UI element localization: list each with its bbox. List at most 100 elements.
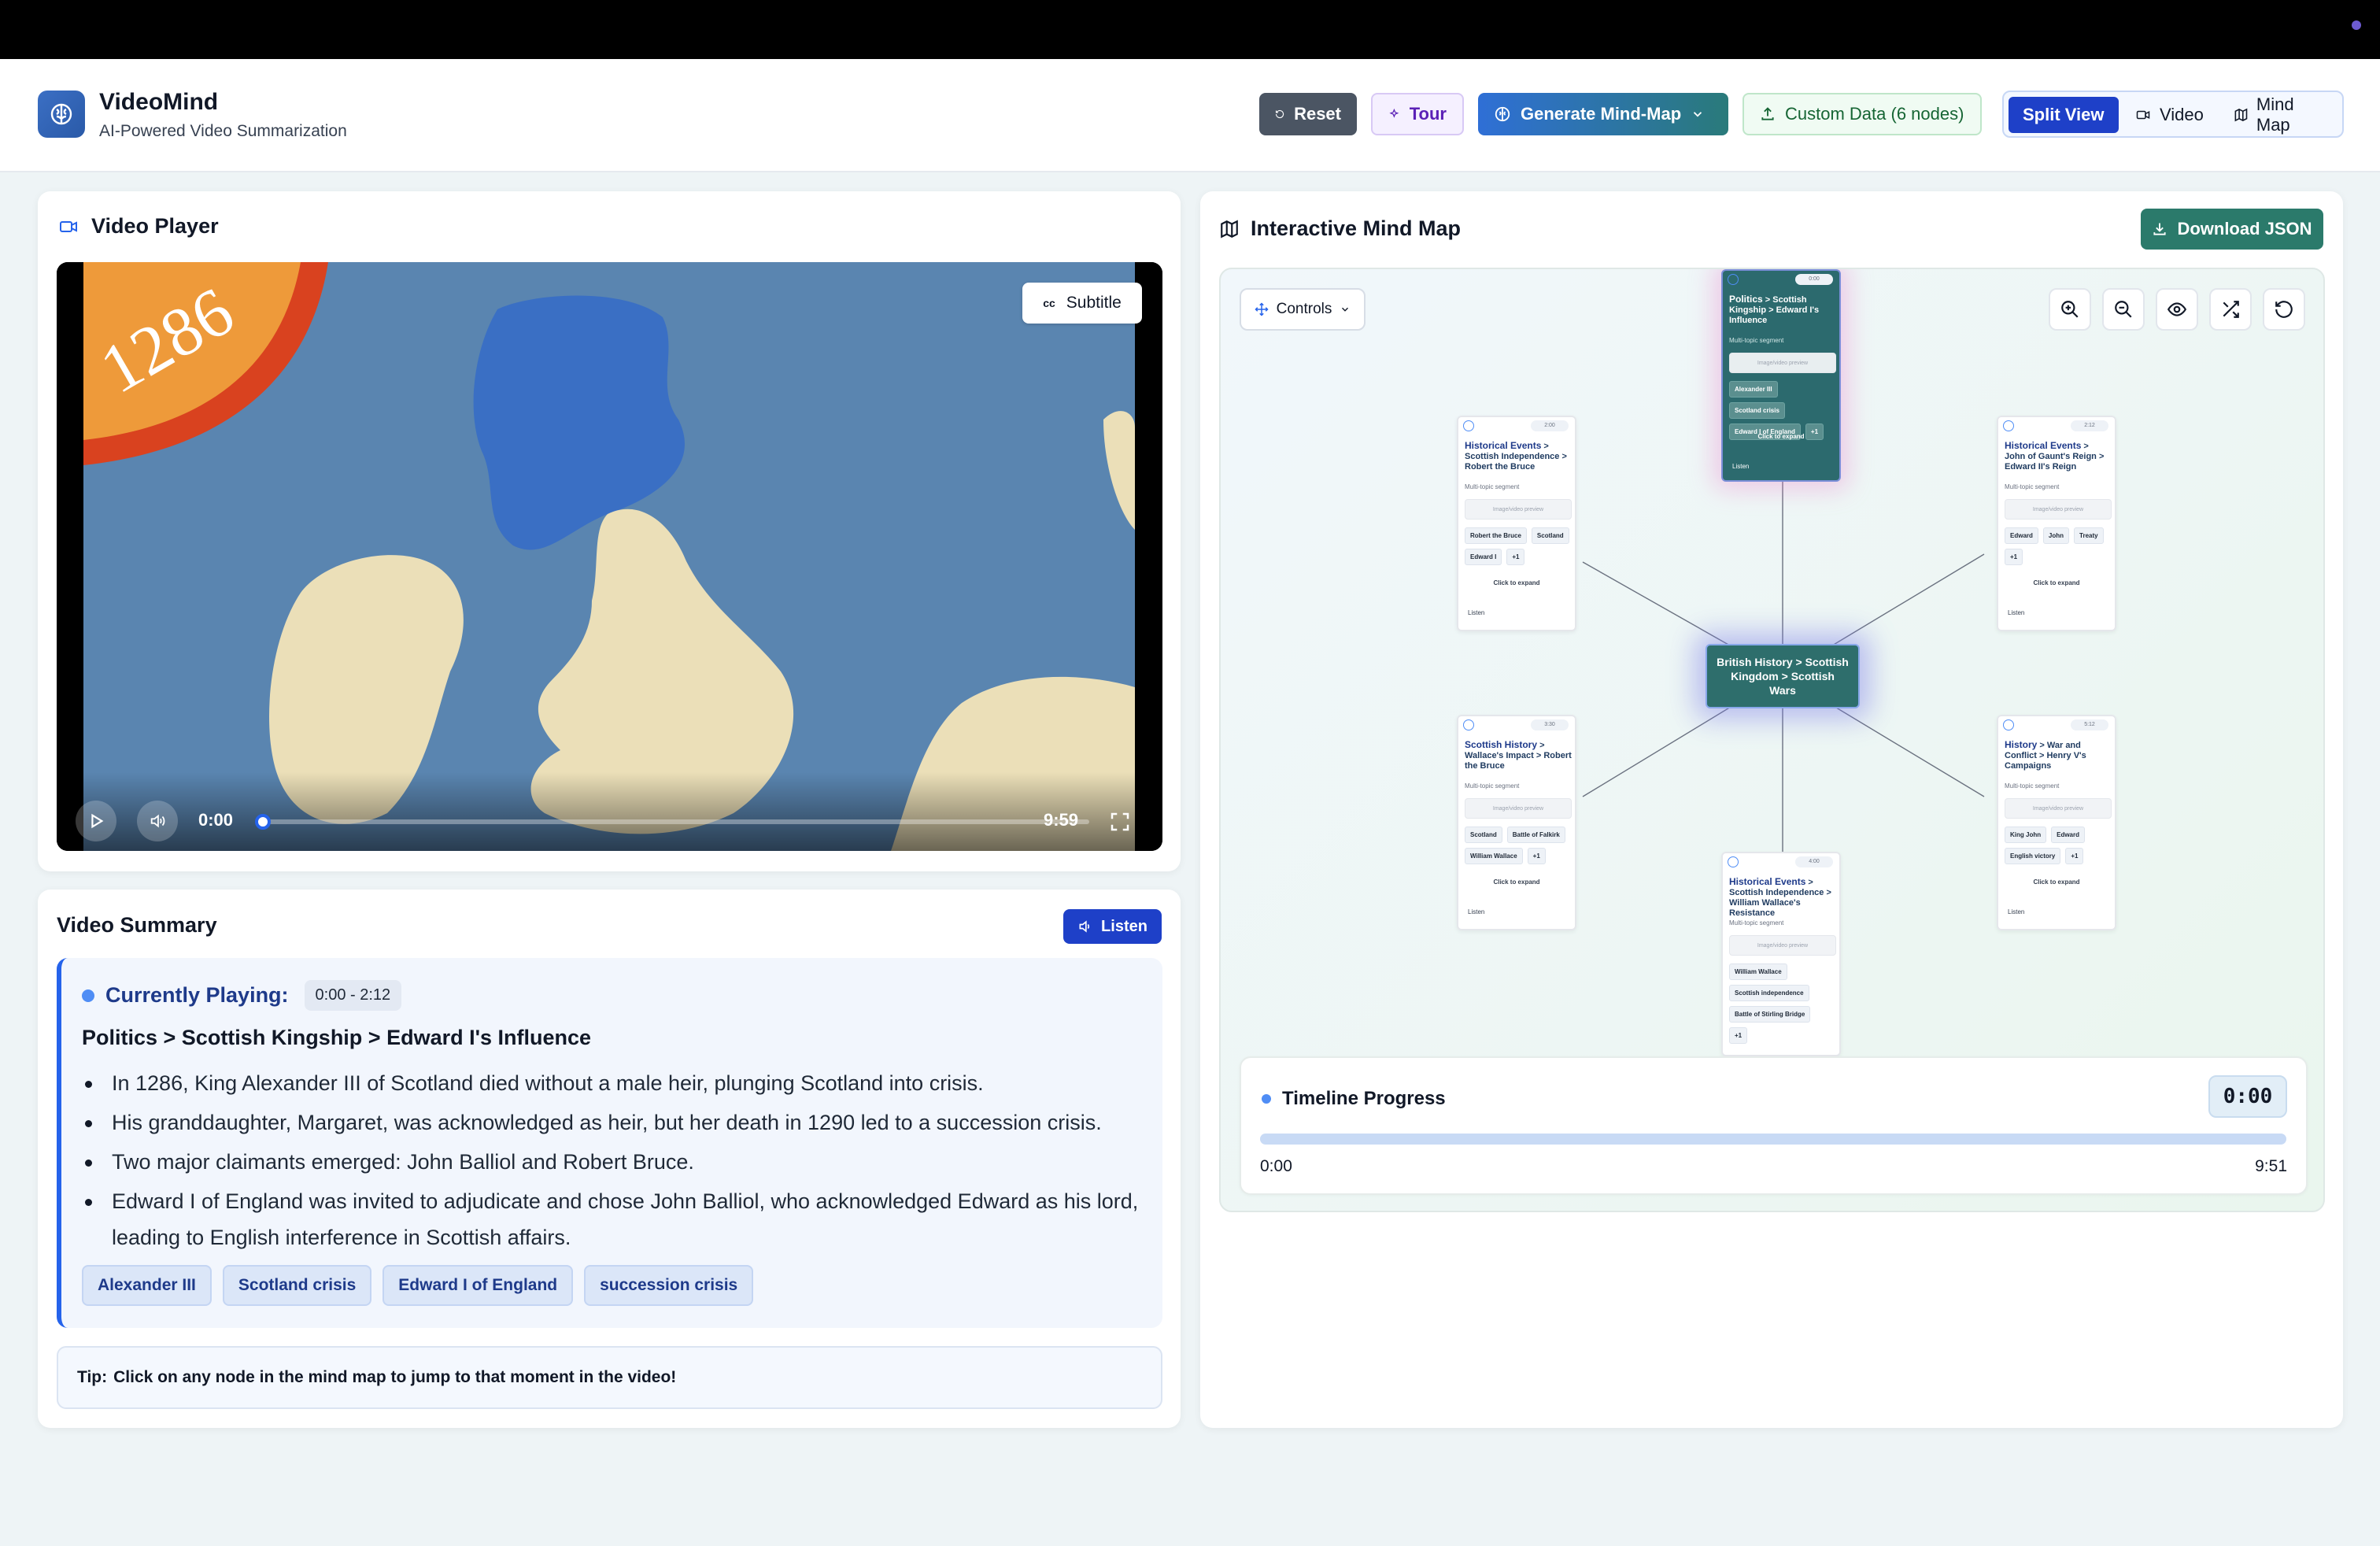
- mindmap-node-active[interactable]: 0:00 Politics > Scottish Kingship > Edwa…: [1721, 269, 1841, 482]
- keyword-tag[interactable]: Edward I of England: [382, 1265, 574, 1306]
- node-expand[interactable]: Click to expand: [1998, 878, 2115, 886]
- keyword-tag[interactable]: Alexander III: [82, 1265, 212, 1306]
- mindmap-node[interactable]: 2:00 Historical Events > Scottish Indepe…: [1457, 416, 1576, 631]
- mindmap-tab-label: Mind Map: [2256, 94, 2294, 135]
- node-chip: King John: [2005, 827, 2047, 843]
- summary-bullets: In 1286, King Alexander III of Scotland …: [82, 1065, 1152, 1259]
- video-tab-label: Video: [2160, 105, 2204, 124]
- mindmap-node[interactable]: 3:30 Scottish History > Wallace's Impact…: [1457, 715, 1576, 930]
- tour-button[interactable]: Tour: [1371, 93, 1464, 135]
- rotate-icon: [2275, 301, 2293, 318]
- node-time: 0:00: [1795, 274, 1833, 285]
- volume-button[interactable]: [137, 801, 178, 841]
- mindmap-center-node[interactable]: British History > Scottish Kingdom > Sco…: [1706, 644, 1860, 708]
- reset-layout-button[interactable]: [2263, 288, 2305, 331]
- node-heading: Historical Events: [1729, 876, 1806, 887]
- node-path: John of Gaunt's Reign > Edward II's Reig…: [2005, 452, 2105, 472]
- node-heading: Historical Events: [2005, 440, 2082, 451]
- generate-mindmap-button[interactable]: Generate Mind-Map: [1478, 93, 1728, 135]
- mindmap-node[interactable]: 4:00 Historical Events > Scottish Indepe…: [1721, 852, 1841, 1056]
- shuffle-icon: [2223, 301, 2239, 318]
- toggle-visibility-button[interactable]: [2156, 288, 2198, 331]
- mindmap-node[interactable]: 5:12 History > War and Conflict > Henry …: [1997, 715, 2116, 930]
- node-subtitle: Multi-topic segment: [1729, 337, 1784, 344]
- mind-map-canvas[interactable]: Controls 0:00 Politics > Scottish Kingsh…: [1219, 268, 2325, 1212]
- video-icon: [2136, 110, 2150, 120]
- zoom-in-button[interactable]: [2049, 288, 2091, 331]
- timeline-bar[interactable]: [1260, 1134, 2286, 1145]
- timeline-dot: [1262, 1094, 1271, 1104]
- seek-thumb[interactable]: [255, 814, 271, 830]
- timeline-progress-panel: Timeline Progress 0:00 0:00 9:51: [1240, 1056, 2308, 1195]
- node-subtitle: Multi-topic segment: [1465, 782, 1520, 790]
- speaker-icon: [1079, 920, 1090, 933]
- zoom-out-icon: [2115, 301, 2132, 318]
- seek-bar[interactable]: [261, 819, 1089, 824]
- node-listen[interactable]: Listen: [2008, 609, 2024, 616]
- node-listen[interactable]: Listen: [1732, 463, 1749, 470]
- node-image-placeholder: Image/video preview: [1729, 935, 1836, 956]
- node-icon: [1463, 420, 1474, 431]
- node-chip: +1: [2065, 848, 2084, 864]
- tab-video[interactable]: Video: [2120, 97, 2218, 133]
- mind-map-heading: Interactive Mind Map: [1219, 216, 1461, 241]
- node-expand[interactable]: Click to expand: [1723, 433, 1839, 440]
- status-dot: [2352, 20, 2361, 30]
- split-view-label: Split View: [2023, 105, 2105, 124]
- custom-data-label: Custom Data (6 nodes): [1785, 104, 1964, 124]
- view-toggle: Split View Video Mind Map: [2002, 91, 2344, 138]
- node-listen[interactable]: Listen: [1468, 609, 1484, 616]
- shuffle-layout-button[interactable]: [2209, 288, 2252, 331]
- reset-button[interactable]: Reset: [1259, 93, 1357, 135]
- currently-playing-row: Currently Playing: 0:00 - 2:12: [82, 980, 402, 1011]
- video-player-title: Video Player: [91, 214, 219, 238]
- move-icon: [1255, 302, 1269, 316]
- node-heading: History: [2005, 739, 2038, 750]
- tip-label: Tip:: [77, 1368, 108, 1386]
- node-listen[interactable]: Listen: [1468, 908, 1484, 915]
- node-chip: Edward: [2051, 827, 2086, 843]
- timeline-clock: 0:00: [2208, 1075, 2287, 1118]
- current-segment-panel: Currently Playing: 0:00 - 2:12 Politics …: [57, 958, 1162, 1328]
- node-icon: [1728, 856, 1739, 867]
- play-button[interactable]: [76, 801, 116, 841]
- zoom-out-button[interactable]: [2102, 288, 2145, 331]
- node-subtitle: Multi-topic segment: [2005, 483, 2060, 490]
- node-chip: William Wallace: [1729, 963, 1787, 980]
- custom-data-button[interactable]: Custom Data (6 nodes): [1743, 93, 1982, 135]
- download-json-button[interactable]: Download JSON: [2141, 209, 2323, 250]
- video-summary-title: Video Summary: [57, 913, 217, 937]
- tip-box: Tip: Click on any node in the mind map t…: [57, 1346, 1162, 1409]
- controls-label: Controls: [1276, 301, 1332, 317]
- keyword-tag[interactable]: Scotland crisis: [222, 1265, 372, 1306]
- duration: 9:59: [1044, 810, 1079, 830]
- node-subtitle: Multi-topic segment: [2005, 782, 2060, 790]
- sparkle-icon: [1389, 108, 1399, 118]
- video-frame[interactable]: 1286 cc Subtitle 0:00 9:59: [57, 262, 1162, 851]
- fullscreen-icon[interactable]: [1108, 810, 1132, 838]
- eye-icon: [2167, 302, 2187, 316]
- node-chip: +1: [1729, 1027, 1748, 1044]
- controls-button[interactable]: Controls: [1240, 288, 1366, 331]
- mind-map-title: Interactive Mind Map: [1251, 216, 1462, 240]
- node-time: 5:12: [2071, 719, 2108, 730]
- node-chip: Treaty: [2074, 527, 2104, 544]
- node-listen[interactable]: Listen: [2008, 908, 2024, 915]
- play-icon: [91, 813, 104, 829]
- node-expand[interactable]: Click to expand: [1998, 579, 2115, 586]
- tab-split-view[interactable]: Split View: [2009, 97, 2119, 133]
- mindmap-node[interactable]: 2:12 Historical Events > John of Gaunt's…: [1997, 416, 2116, 631]
- current-time: 0:00: [198, 810, 234, 830]
- subtitle-button[interactable]: cc Subtitle: [1022, 283, 1142, 324]
- timeline-end: 9:51: [2255, 1157, 2287, 1175]
- summary-bullet: Edward I of England was invited to adjud…: [82, 1183, 1152, 1256]
- node-chip: Edward: [2005, 527, 2038, 544]
- chevron-down-icon: [1342, 307, 1349, 312]
- keyword-tag[interactable]: succession crisis: [584, 1265, 754, 1306]
- timeline-title: Timeline Progress: [1282, 1088, 1446, 1109]
- node-path: Scottish Independence > Robert the Bruce: [1465, 452, 1567, 472]
- node-expand[interactable]: Click to expand: [1458, 878, 1575, 886]
- node-expand[interactable]: Click to expand: [1458, 579, 1575, 586]
- listen-button[interactable]: Listen: [1063, 909, 1162, 944]
- tab-mind-map[interactable]: Mind Map: [2219, 94, 2342, 135]
